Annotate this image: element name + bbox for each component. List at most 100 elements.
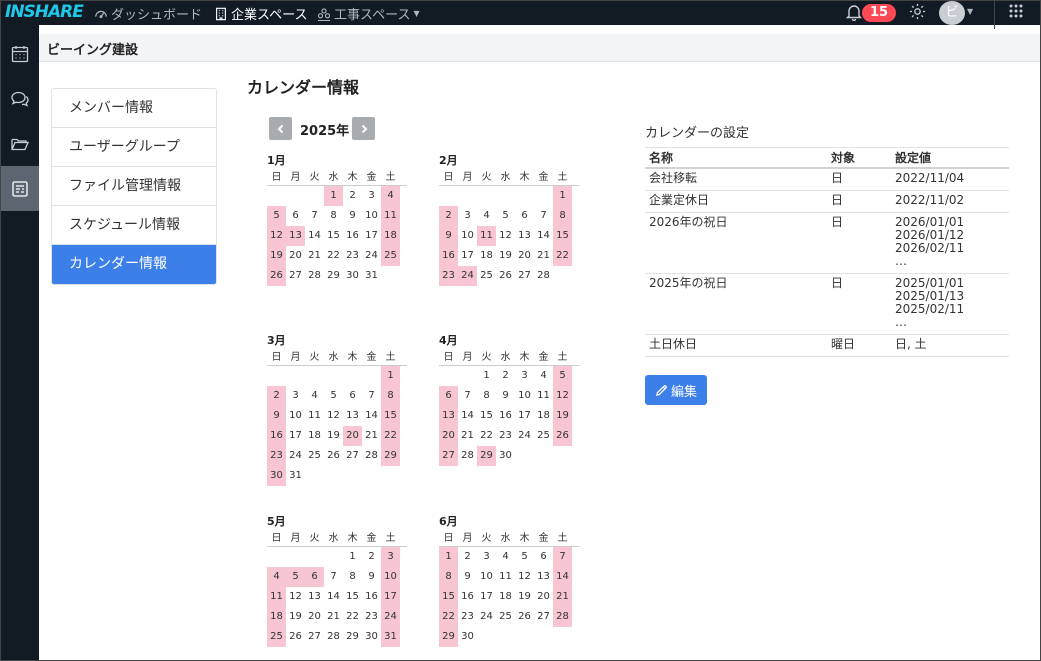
- day-cell: 24: [365, 250, 378, 261]
- day-cell: 4: [483, 210, 490, 221]
- menu-item[interactable]: ユーザーグループ: [52, 128, 216, 167]
- holiday-cell: 11: [267, 587, 286, 607]
- rail-company-button[interactable]: [1, 166, 39, 211]
- day-cell: 24: [518, 430, 531, 441]
- weekday-header: 日月火水木金土: [267, 171, 407, 186]
- chevron-down-icon[interactable]: ▼: [967, 7, 973, 16]
- holiday-cell: 1: [324, 186, 343, 206]
- day-cell: 3: [483, 551, 490, 562]
- menu-item[interactable]: カレンダー情報: [52, 245, 216, 284]
- day-cell: 18: [480, 250, 493, 261]
- month-name: 4月: [439, 334, 458, 347]
- weekday-label: 火: [309, 352, 320, 363]
- gear-icon[interactable]: [908, 2, 927, 21]
- day-cell: 5: [502, 210, 509, 221]
- weekday-label: 木: [519, 352, 530, 363]
- menu-item[interactable]: スケジュール情報: [52, 206, 216, 245]
- weekday-label: 金: [366, 352, 377, 363]
- holiday-cell: 13: [439, 406, 458, 426]
- day-cell: 16: [365, 591, 378, 602]
- day-cell: 6: [521, 210, 528, 221]
- day-cell: 15: [480, 410, 493, 421]
- holiday-cell: 12: [267, 226, 286, 246]
- holiday-cell: 11: [477, 226, 496, 246]
- app-grid-icon[interactable]: [1009, 4, 1023, 18]
- nav-company-space[interactable]: 企業スペース: [214, 4, 307, 23]
- weekday-label: 金: [538, 533, 549, 544]
- holiday-cell: 25: [381, 246, 400, 266]
- day-cell: 14: [327, 591, 340, 602]
- weekday-label: 金: [366, 172, 377, 183]
- holiday-cell: 27: [439, 446, 458, 466]
- day-cell: 2: [368, 551, 375, 562]
- bell-icon[interactable]: [845, 3, 863, 21]
- nav-company-space-label: 企業スペース: [231, 8, 308, 23]
- day-cell: 8: [349, 571, 356, 582]
- day-cell: 27: [537, 611, 550, 622]
- day-cell: 25: [499, 611, 512, 622]
- nav-construction-space[interactable]: 工事スペース ▼: [317, 4, 420, 23]
- day-cell: 5: [330, 390, 337, 401]
- menu-item[interactable]: メンバー情報: [52, 89, 216, 128]
- holiday-cell: 6: [439, 386, 458, 406]
- weekday-label: 土: [385, 533, 396, 544]
- holiday-cell: 5: [286, 567, 305, 587]
- month-name: 3月: [267, 334, 286, 347]
- holiday-cell: 26: [267, 266, 286, 286]
- day-cell: 17: [289, 430, 302, 441]
- month-name: 1月: [267, 154, 286, 167]
- day-cell: 10: [289, 410, 302, 421]
- day-cell: 7: [311, 210, 318, 221]
- holiday-cell: 19: [267, 246, 286, 266]
- day-cell: 27: [346, 450, 359, 461]
- day-cell: 2: [464, 551, 471, 562]
- day-cell: 15: [327, 230, 340, 241]
- day-cell: 15: [346, 591, 359, 602]
- weekday-header: 日月火水木金土: [267, 351, 407, 366]
- day-cell: 9: [502, 390, 509, 401]
- day-cell: 19: [289, 611, 302, 622]
- weekday-label: 月: [462, 533, 473, 544]
- top-navbar: INSHARE ダッシュボード 企業スペース 工事スペース ▼ 15 ビ ▼: [1, 1, 1040, 29]
- holiday-cell: 14: [553, 567, 572, 587]
- day-cell: 17: [518, 410, 531, 421]
- weekday-label: 水: [500, 172, 511, 183]
- day-cell: 22: [346, 611, 359, 622]
- table-header: 名称 対象 設定値: [645, 148, 1009, 169]
- day-cell: 30: [346, 270, 359, 281]
- day-cell: 29: [346, 631, 359, 642]
- holiday-cell: 23: [267, 446, 286, 466]
- day-cell: 3: [368, 190, 375, 201]
- edit-button[interactable]: 編集: [645, 375, 707, 405]
- day-cell: 5: [521, 551, 528, 562]
- weekday-label: 水: [328, 352, 339, 363]
- rail-calendar-button[interactable]: [1, 31, 39, 76]
- weekday-label: 月: [462, 352, 473, 363]
- year-label: 2025年: [300, 124, 350, 139]
- day-cell: 20: [518, 250, 531, 261]
- app-logo[interactable]: INSHARE: [5, 2, 84, 22]
- day-cell: 23: [499, 430, 512, 441]
- day-cell: 12: [518, 571, 531, 582]
- day-cell: 20: [308, 611, 321, 622]
- avatar[interactable]: ビ: [939, 1, 965, 25]
- day-cell: 27: [518, 270, 531, 281]
- weekday-label: 木: [347, 533, 358, 544]
- nav-dashboard[interactable]: ダッシュボード: [94, 4, 202, 23]
- notification-badge[interactable]: 15: [862, 4, 896, 22]
- rail-folder-button[interactable]: [1, 121, 39, 166]
- menu-item[interactable]: ファイル管理情報: [52, 167, 216, 206]
- day-cell: 16: [346, 230, 359, 241]
- holiday-cell: 21: [553, 587, 572, 607]
- dashboard-icon: [95, 10, 107, 18]
- prev-year-button[interactable]: [269, 117, 292, 140]
- next-year-button[interactable]: [352, 117, 375, 140]
- rail-chat-button[interactable]: [1, 76, 39, 121]
- day-cell: 27: [289, 270, 302, 281]
- day-cell: 21: [537, 250, 550, 261]
- day-cell: 12: [289, 591, 302, 602]
- edit-button-label: 編集: [670, 384, 697, 400]
- weekday-label: 日: [271, 172, 282, 183]
- weekday-label: 木: [347, 172, 358, 183]
- month-calendar: 2月日月火水木金土 1 2 3 4 5 6 7 8 9 10 11 12 13 14 15 16 17 18 19 20…: [439, 154, 579, 306]
